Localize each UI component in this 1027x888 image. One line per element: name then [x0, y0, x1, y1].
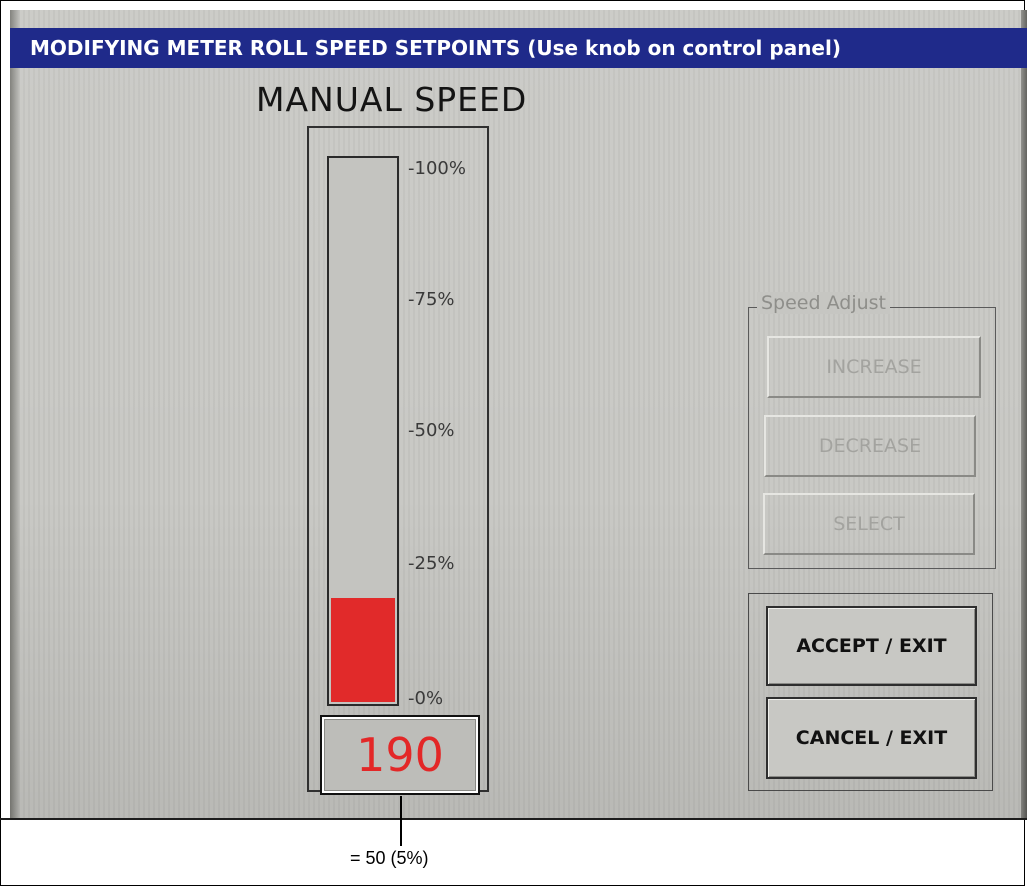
increase-button[interactable]: INCREASE [767, 336, 981, 398]
screen-bezel-shade [10, 10, 20, 818]
decrease-button[interactable]: DECREASE [764, 415, 976, 477]
screen-right-bezel [1021, 10, 1027, 818]
speed-value: 190 [324, 719, 476, 791]
speed-adjust-legend: Speed Adjust [757, 292, 890, 314]
gauge-tick-50: -50% [408, 420, 455, 441]
select-button[interactable]: SELECT [763, 493, 975, 555]
screen-bottom-edge [0, 818, 1027, 820]
value-caption: = 50 (5%) [350, 848, 429, 868]
accept-exit-button[interactable]: ACCEPT / EXIT [766, 606, 977, 686]
gauge-tick-75: -75% [408, 289, 455, 310]
page-title: MANUAL SPEED [256, 80, 528, 119]
speed-value-highlight: 190 [320, 715, 480, 795]
gauge-tick-0: -0% [408, 688, 444, 709]
gauge-tick-100: -100% [408, 158, 466, 179]
window-title: MODIFYING METER ROLL SPEED SETPOINTS (Us… [10, 28, 1027, 68]
cancel-exit-button[interactable]: CANCEL / EXIT [766, 697, 977, 779]
callout-line [400, 796, 402, 846]
gauge-tick-25: -25% [408, 553, 455, 574]
speed-gauge-bar [327, 156, 399, 706]
speed-gauge-fill [331, 598, 395, 702]
